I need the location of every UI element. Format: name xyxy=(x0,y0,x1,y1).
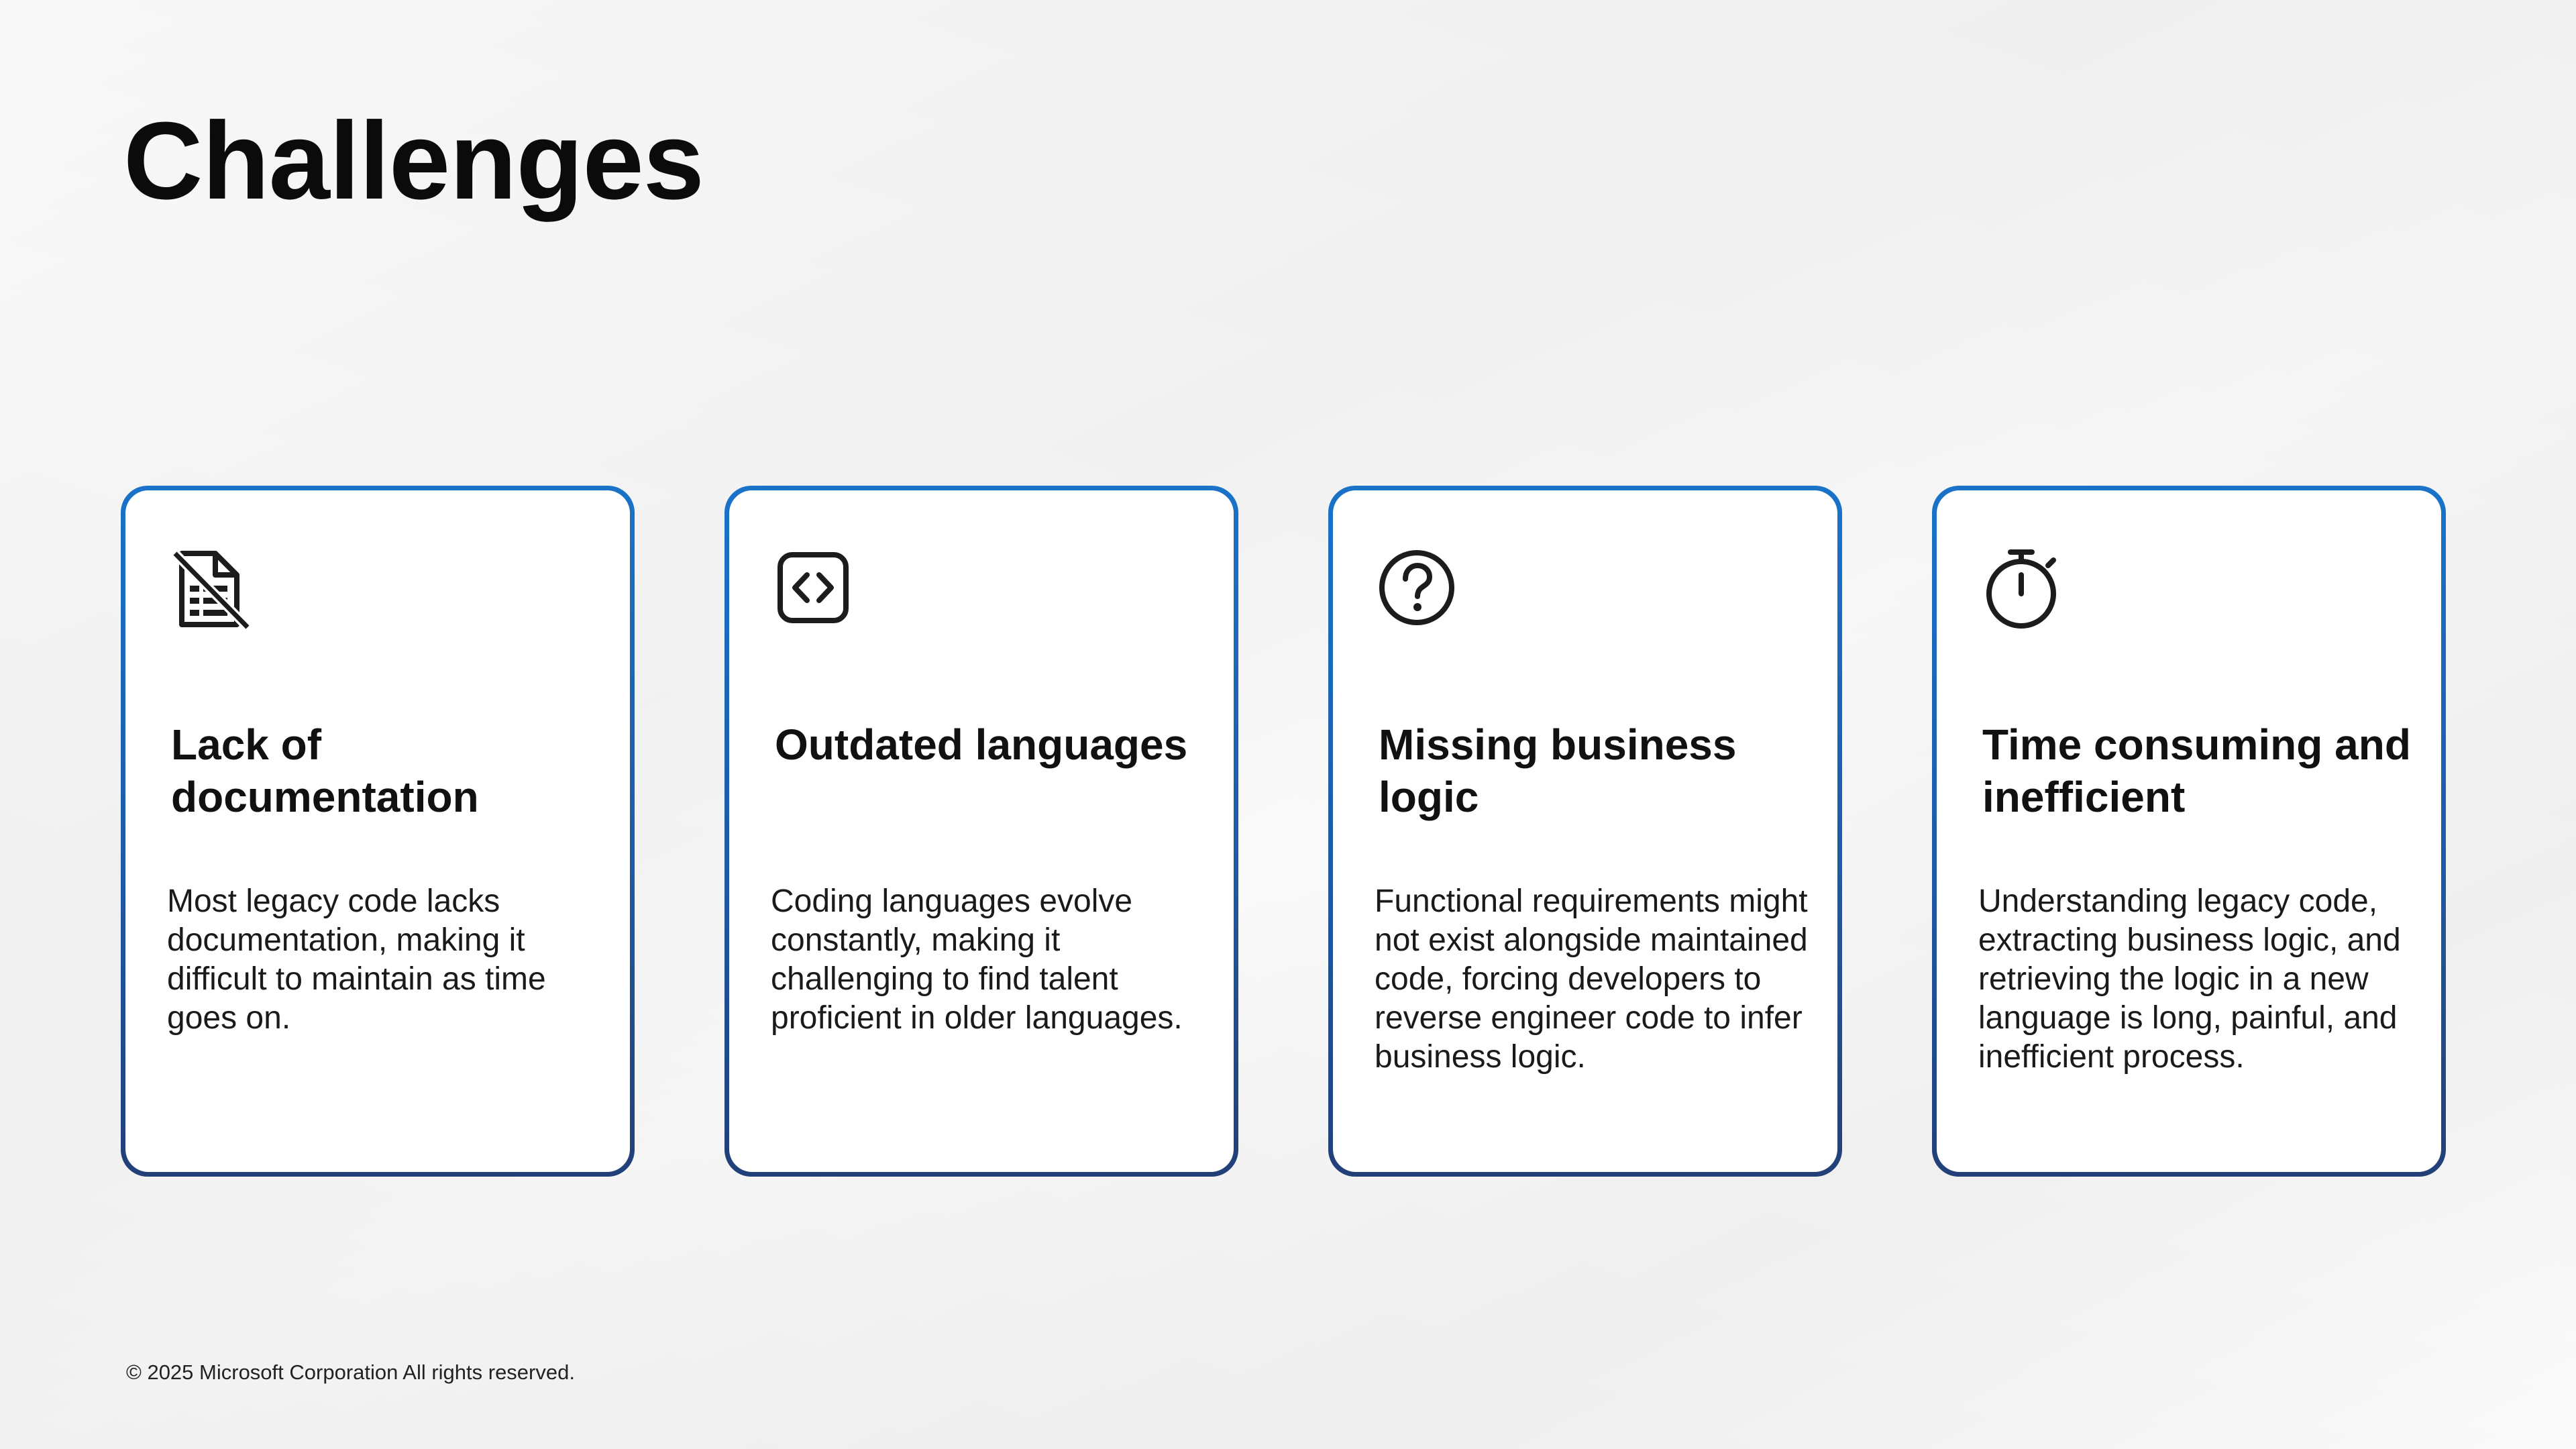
card-lack-of-documentation: Lack of documentation Most legacy code l… xyxy=(121,486,635,1177)
stopwatch-icon xyxy=(1978,545,2065,633)
copyright-footer: © 2025 Microsoft Corporation All rights … xyxy=(126,1360,575,1384)
card-title: Time consuming and inefficient xyxy=(1982,720,2411,821)
code-brackets-icon xyxy=(771,545,858,633)
card-title: Lack of documentation xyxy=(171,720,479,821)
card-missing-business-logic: Missing business logic Functional requir… xyxy=(1328,486,1842,1177)
card-description: Coding languages evolve constantly, maki… xyxy=(771,883,1183,1036)
question-circle-icon xyxy=(1375,545,1462,633)
challenge-cards: Lack of documentation Most legacy code l… xyxy=(121,486,2455,1183)
card-title: Missing business logic xyxy=(1379,720,1737,821)
document-crossed-icon xyxy=(167,545,254,633)
card-description: Understanding legacy code, extracting bu… xyxy=(1978,883,2401,1075)
card-description: Most legacy code lacks documentation, ma… xyxy=(167,883,546,1036)
card-outdated-languages: Outdated languages Coding languages evol… xyxy=(724,486,1238,1177)
card-description: Functional requirements might not exist … xyxy=(1375,883,1808,1075)
card-title: Outdated languages xyxy=(775,720,1188,769)
slide-title: Challenges xyxy=(123,99,704,222)
card-time-consuming: Time consuming and inefficient Understan… xyxy=(1932,486,2446,1177)
